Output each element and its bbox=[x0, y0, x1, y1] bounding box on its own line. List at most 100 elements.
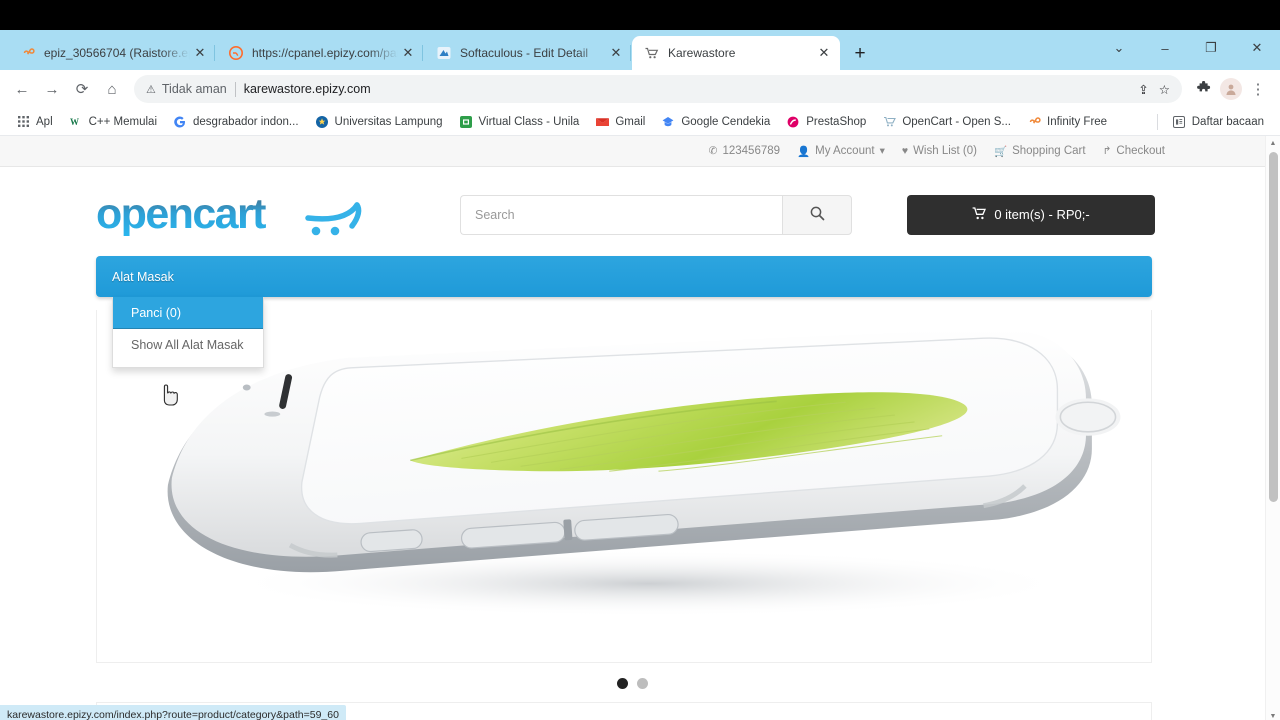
url-text: karewastore.epizy.com bbox=[243, 82, 371, 96]
bookmark-label: OpenCart - Open S... bbox=[902, 115, 1011, 128]
browser-tab-3[interactable]: Softaculous - Edit Detail ✕ bbox=[422, 36, 632, 70]
apps-grid-icon bbox=[16, 115, 30, 129]
search-button[interactable] bbox=[782, 194, 852, 235]
bookmark-label: Virtual Class - Unila bbox=[478, 115, 580, 128]
carousel-dot-2[interactable] bbox=[637, 678, 648, 689]
topbar-checkout-label: Checkout bbox=[1116, 145, 1165, 157]
bookmark-google-scholar[interactable]: Google Cendekia bbox=[653, 112, 778, 132]
bookmark-apps[interactable]: Apl bbox=[8, 112, 61, 132]
chevron-down-icon: ▾ bbox=[879, 145, 885, 157]
close-window-button[interactable]: ✕ bbox=[1234, 31, 1280, 65]
store-header: opencart Search 0 item(s) - RP0;- bbox=[0, 167, 1265, 256]
dropdown-item-show-all[interactable]: Show All Alat Masak bbox=[113, 329, 263, 361]
bookmark-gmail[interactable]: Gmail bbox=[587, 112, 653, 132]
tab-title: epiz_30566704 (Raistore.epizy.co bbox=[44, 46, 190, 60]
cpanel-icon bbox=[228, 45, 244, 61]
reload-icon[interactable]: ⟳ bbox=[68, 75, 96, 103]
scholar-icon bbox=[661, 115, 675, 129]
bookmark-label: Google Cendekia bbox=[681, 115, 771, 128]
bookmark-prestashop[interactable]: PrestaShop bbox=[778, 112, 874, 132]
tab-title: Softaculous - Edit Detail bbox=[460, 46, 589, 60]
store-search: Search bbox=[460, 194, 852, 235]
tab-strip: epiz_30566704 (Raistore.epizy.co ✕ https… bbox=[0, 30, 1280, 70]
browser-menu-icon[interactable]: ⋮ bbox=[1244, 75, 1272, 103]
bookmark-opencart[interactable]: OpenCart - Open S... bbox=[874, 112, 1019, 132]
bookmarks-bar-right: Daftar bacaan bbox=[1151, 112, 1272, 132]
maximize-button[interactable]: ❐ bbox=[1188, 31, 1234, 65]
svg-text:W: W bbox=[70, 117, 79, 127]
bookmarks-bar: Apl W C++ Memulai desgrabador indon... U… bbox=[0, 108, 1280, 136]
tab-title: Karewastore bbox=[668, 46, 736, 60]
bookmark-cpp[interactable]: W C++ Memulai bbox=[61, 112, 165, 132]
vclass-icon bbox=[459, 115, 473, 129]
bookmark-label: desgrabador indon... bbox=[193, 115, 299, 128]
home-icon[interactable]: ⌂ bbox=[98, 75, 126, 103]
window-titlebar bbox=[0, 0, 1280, 30]
topbar-shopping-cart[interactable]: 🛒 Shopping Cart bbox=[994, 145, 1086, 158]
cart-total-button[interactable]: 0 item(s) - RP0;- bbox=[907, 194, 1155, 235]
not-secure-warning-icon: ⚠ bbox=[146, 83, 156, 96]
share-icon[interactable]: ⇪ bbox=[1138, 82, 1148, 97]
topbar-wish-list-label: Wish List (0) bbox=[913, 145, 977, 157]
topbar-phone[interactable]: ✆ 123456789 bbox=[709, 145, 780, 157]
bookmark-label: Infinity Free bbox=[1047, 115, 1108, 128]
close-icon[interactable]: ✕ bbox=[190, 43, 210, 63]
extensions-icon[interactable] bbox=[1190, 75, 1218, 103]
browser-tab-4[interactable]: Karewastore ✕ bbox=[630, 36, 840, 70]
topbar-phone-label: 123456789 bbox=[722, 145, 781, 157]
store-logo[interactable]: opencart bbox=[96, 193, 362, 236]
nav-item-alat-masak[interactable]: Alat Masak bbox=[96, 256, 190, 297]
cart-total-label: 0 item(s) - RP0;- bbox=[994, 207, 1090, 222]
store-navbar: Alat Masak Panci (0) Show All Alat Masak bbox=[96, 256, 1152, 368]
profile-avatar[interactable] bbox=[1220, 78, 1242, 100]
search-input[interactable]: Search bbox=[460, 194, 782, 235]
bookmark-label: Gmail bbox=[615, 115, 646, 128]
window-controls: ⌄ – ❐ ✕ bbox=[1096, 30, 1280, 70]
tab-search-icon[interactable]: ⌄ bbox=[1096, 31, 1142, 65]
bookmark-star-icon[interactable]: ☆ bbox=[1159, 82, 1170, 97]
bookmark-infinity-free[interactable]: Infinity Free bbox=[1019, 112, 1115, 132]
bookmark-virtual-class[interactable]: Virtual Class - Unila bbox=[451, 112, 588, 132]
search-icon bbox=[810, 206, 825, 224]
prestashop-icon bbox=[786, 115, 800, 129]
browser-tab-1[interactable]: epiz_30566704 (Raistore.epizy.co ✕ bbox=[8, 36, 216, 70]
nav-dropdown-alat-masak: Panci (0) Show All Alat Masak bbox=[112, 297, 264, 368]
back-icon[interactable]: ← bbox=[8, 75, 36, 103]
topbar-wish-list[interactable]: ♥ Wish List (0) bbox=[902, 145, 977, 157]
store-topbar-links: ✆ 123456789 👤 My Account ▾ ♥ Wish List (… bbox=[709, 145, 1165, 158]
scroll-up-arrow-icon[interactable]: ▲ bbox=[1266, 136, 1280, 151]
address-bar[interactable]: ⚠ Tidak aman karewastore.epizy.com ⇪ ☆ bbox=[134, 75, 1182, 103]
gmail-icon bbox=[595, 115, 609, 129]
browser-toolbar: ← → ⟳ ⌂ ⚠ Tidak aman karewastore.epizy.c… bbox=[0, 70, 1280, 108]
bookmark-label: C++ Memulai bbox=[88, 115, 158, 128]
reading-list-label: Daftar bacaan bbox=[1191, 115, 1264, 128]
bookmark-unila[interactable]: Universitas Lampung bbox=[307, 112, 451, 132]
close-icon[interactable]: ✕ bbox=[606, 43, 626, 63]
omnibox-actions: ⇪ ☆ bbox=[1128, 82, 1170, 97]
bookmark-desgrabador[interactable]: desgrabador indon... bbox=[165, 112, 307, 132]
reading-list-button[interactable]: Daftar bacaan bbox=[1164, 112, 1272, 132]
scrollbar-thumb[interactable] bbox=[1269, 152, 1278, 502]
topbar-my-account[interactable]: 👤 My Account ▾ bbox=[797, 145, 885, 158]
page-scrollbar[interactable]: ▲ ▼ bbox=[1265, 136, 1280, 720]
store-topbar: ✆ 123456789 👤 My Account ▾ ♥ Wish List (… bbox=[0, 136, 1265, 167]
browser-tab-2[interactable]: https://cpanel.epizy.com/panel/i ✕ bbox=[214, 36, 424, 70]
dropdown-item-panci[interactable]: Panci (0) bbox=[113, 297, 263, 329]
security-status-label: Tidak aman bbox=[161, 82, 227, 96]
unila-icon bbox=[315, 115, 329, 129]
phone-icon: ✆ bbox=[708, 145, 718, 157]
scroll-down-arrow-icon[interactable]: ▼ bbox=[1266, 709, 1280, 720]
topbar-my-account-label: My Account bbox=[815, 145, 875, 157]
forward-icon[interactable]: → bbox=[38, 75, 66, 103]
topbar-checkout[interactable]: ↱ Checkout bbox=[1103, 145, 1165, 157]
cart-icon: 🛒 bbox=[993, 145, 1008, 158]
carousel-dot-1[interactable] bbox=[617, 678, 628, 689]
arrow-forward-icon: ↱ bbox=[1102, 145, 1112, 157]
infinityfree-icon bbox=[20, 45, 36, 61]
opencart-icon bbox=[882, 115, 896, 129]
new-tab-button[interactable]: + bbox=[846, 39, 874, 67]
browser-window: epiz_30566704 (Raistore.epizy.co ✕ https… bbox=[0, 0, 1280, 720]
close-icon[interactable]: ✕ bbox=[814, 43, 834, 63]
minimize-button[interactable]: – bbox=[1142, 31, 1188, 65]
close-icon[interactable]: ✕ bbox=[398, 43, 418, 63]
